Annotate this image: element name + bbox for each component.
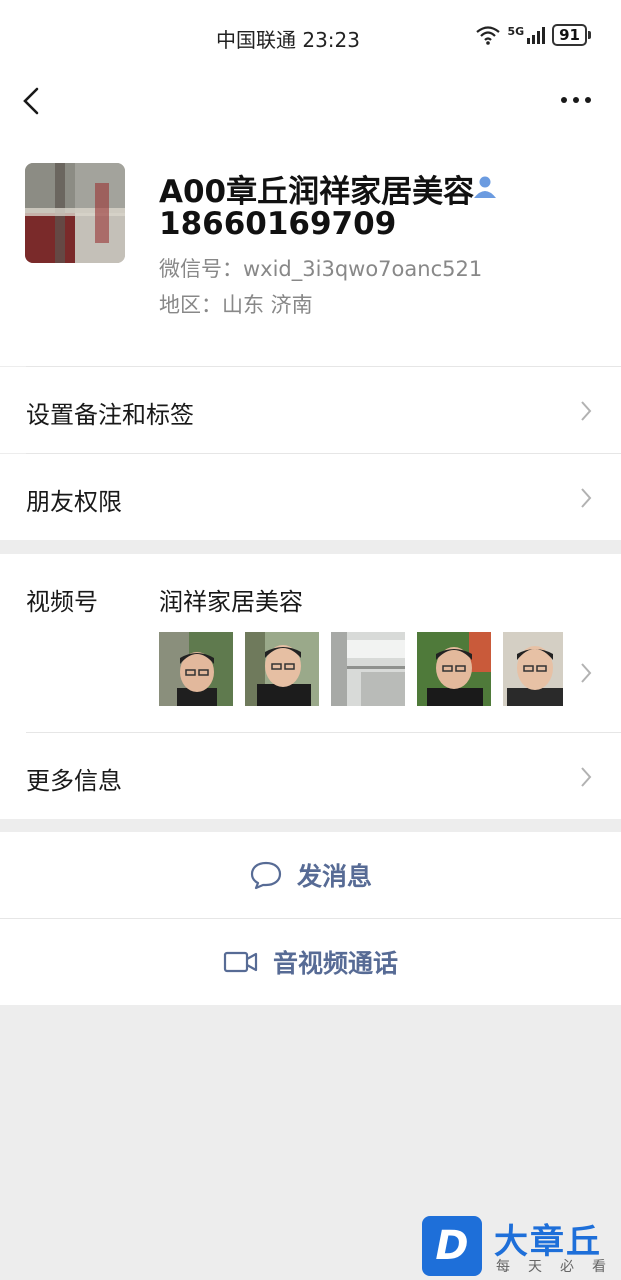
signal-icon bbox=[527, 27, 546, 44]
channel-thumbnail[interactable] bbox=[159, 632, 233, 706]
back-arrow-icon[interactable] bbox=[18, 86, 48, 116]
send-message-label: 发消息 bbox=[296, 862, 372, 891]
contact-person-icon bbox=[474, 176, 496, 198]
more-info-label: 更多信息 bbox=[26, 767, 122, 795]
avatar-image bbox=[25, 163, 125, 263]
watermark-logo: D bbox=[422, 1216, 482, 1276]
status-icons: 5G 91 bbox=[475, 24, 591, 46]
chevron-right-icon bbox=[581, 401, 592, 421]
channels-label: 视频号 bbox=[26, 588, 98, 616]
channel-thumbnail[interactable] bbox=[331, 632, 405, 706]
network-label: 5G bbox=[507, 24, 525, 38]
watermark: D 大章丘 每天必看 bbox=[420, 1214, 621, 1280]
chevron-right-icon bbox=[581, 488, 592, 508]
remarks-tags-label: 设置备注和标签 bbox=[26, 401, 194, 429]
friend-permissions-label: 朋友权限 bbox=[26, 488, 122, 516]
contact-region: 地区：山东 济南 bbox=[159, 293, 313, 317]
wechat-id: 微信号：wxid_3i3qwo7oanc521 bbox=[159, 257, 483, 281]
voice-video-call-button[interactable]: 音视频通话 bbox=[0, 919, 621, 1005]
more-info-row[interactable]: 更多信息 bbox=[0, 733, 621, 819]
battery-indicator: 91 bbox=[552, 24, 591, 46]
remarks-tags-row[interactable]: 设置备注和标签 bbox=[0, 367, 621, 453]
channel-thumbnail[interactable] bbox=[417, 632, 491, 706]
friend-permissions-row[interactable]: 朋友权限 bbox=[0, 454, 621, 540]
watermark-subtitle: 每天必看 bbox=[496, 1259, 621, 1275]
status-bar: 中国联通 23:23 5G 91 bbox=[0, 0, 621, 70]
chat-bubble-icon bbox=[250, 861, 282, 890]
wifi-icon bbox=[476, 26, 501, 45]
contact-avatar[interactable] bbox=[25, 163, 125, 263]
voice-video-call-label: 音视频通话 bbox=[272, 949, 398, 978]
contact-phone: 18660169709 bbox=[159, 206, 397, 242]
channel-thumbnail[interactable] bbox=[245, 632, 319, 706]
contact-name: A00章丘润祥家居美容 bbox=[159, 174, 475, 210]
chevron-right-icon bbox=[581, 663, 592, 683]
channel-thumbnail[interactable] bbox=[503, 632, 563, 706]
chevron-right-icon bbox=[581, 767, 592, 787]
send-message-button[interactable]: 发消息 bbox=[0, 832, 621, 918]
carrier-time: 中国联通 23:23 bbox=[216, 28, 360, 52]
video-camera-icon bbox=[223, 951, 258, 973]
more-options-icon[interactable] bbox=[559, 90, 593, 110]
channels-name: 润祥家居美容 bbox=[159, 588, 303, 616]
channels-thumbnails bbox=[159, 632, 563, 706]
